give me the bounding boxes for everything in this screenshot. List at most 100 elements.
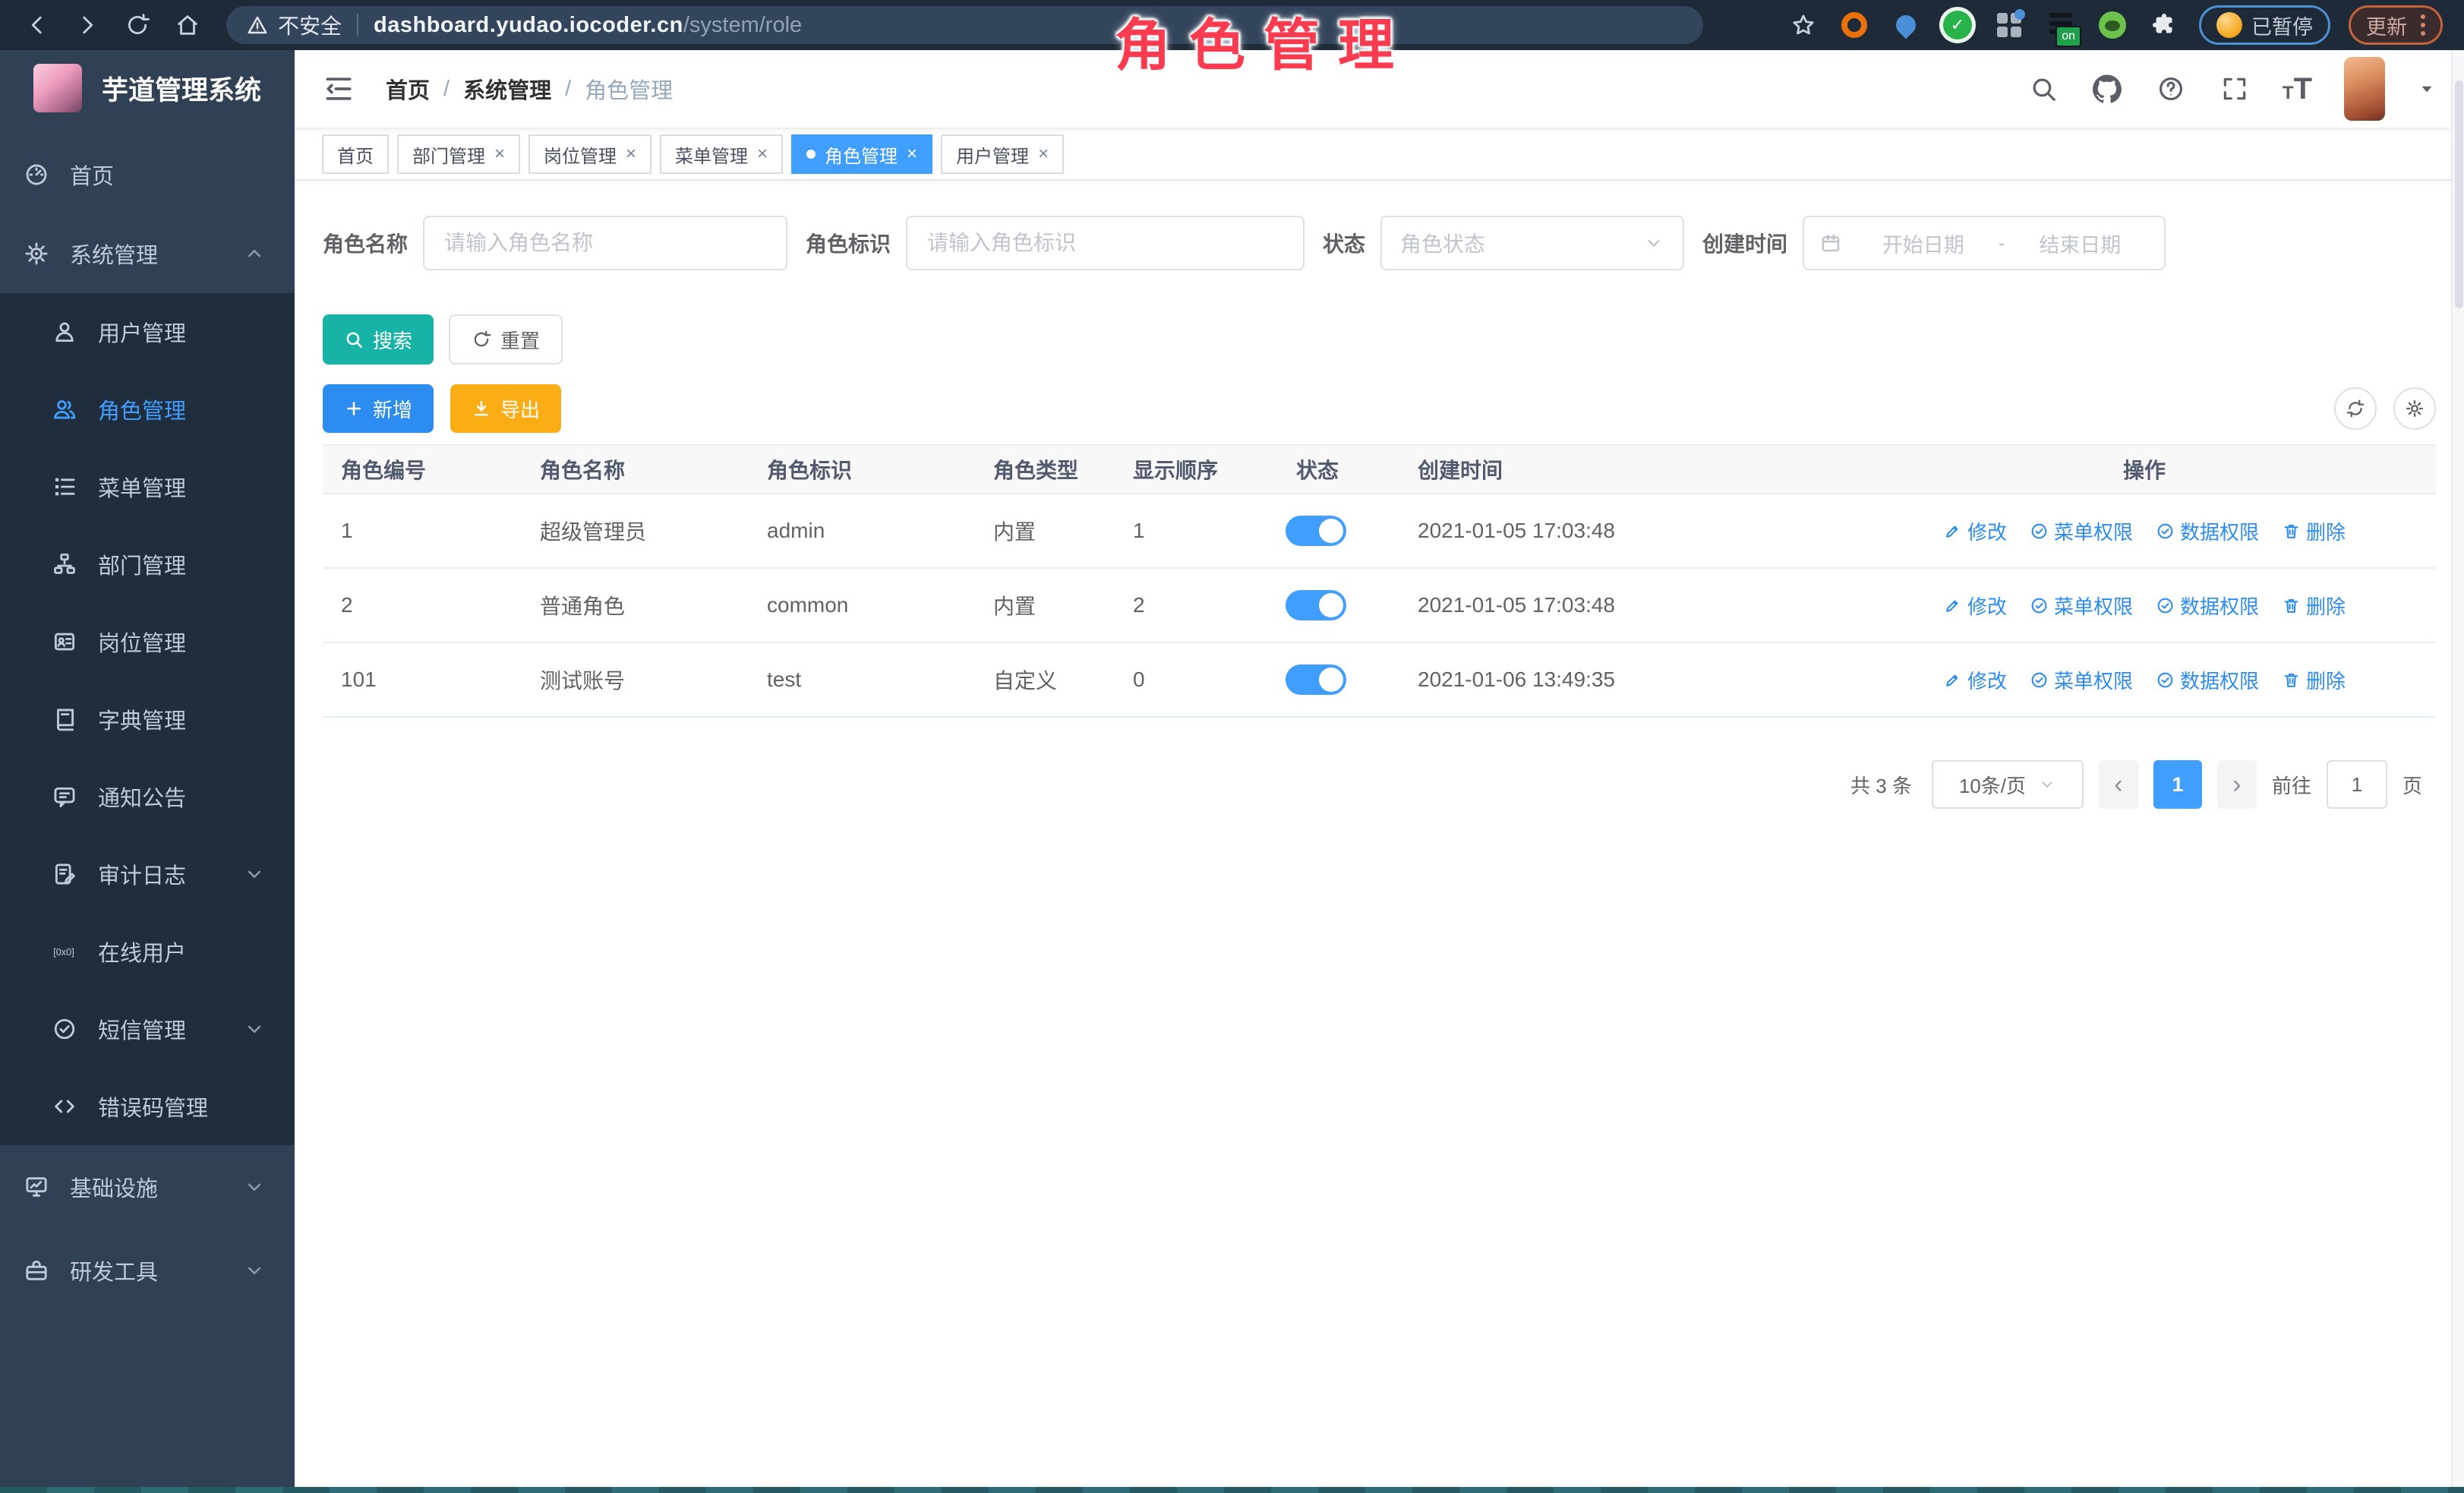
sidebar-item-menu[interactable]: 菜单管理 — [0, 448, 295, 526]
announce-icon — [51, 783, 78, 810]
breadcrumb-item: 角色管理 — [585, 73, 673, 105]
tab-close-icon[interactable]: × — [907, 144, 917, 165]
browser-back-icon[interactable] — [20, 8, 55, 43]
sidebar-item-label: 基础设施 — [70, 1171, 158, 1203]
tab-role[interactable]: 角色管理× — [791, 134, 932, 174]
sidebar-item-label: 错误码管理 — [98, 1091, 208, 1122]
sidebar-item-audit-log[interactable]: 审计日志 — [0, 835, 295, 913]
sidebar-item-label: 在线用户 — [98, 936, 186, 967]
update-button[interactable]: 更新 — [2349, 5, 2443, 45]
tab-close-icon[interactable]: × — [494, 144, 505, 165]
tab-user[interactable]: 用户管理× — [941, 134, 1064, 174]
breadcrumb-item[interactable]: 首页 — [386, 73, 430, 105]
action-menu-perm-link[interactable]: 菜单权限 — [2030, 666, 2133, 694]
logo-row[interactable]: 芋道管理系统 — [0, 50, 295, 126]
search-icon[interactable] — [2027, 73, 2059, 105]
sidebar-item-notice[interactable]: 通知公告 — [0, 758, 295, 835]
tab-home[interactable]: 首页 — [322, 134, 389, 174]
role-name-label: 角色名称 — [323, 228, 408, 258]
bookmark-star-icon[interactable] — [1786, 8, 1821, 43]
url-domain: dashboard.yudao.iocoder.cn — [374, 13, 683, 38]
tab-menu[interactable]: 菜单管理× — [660, 134, 783, 174]
extension-green-check-icon[interactable]: ✓ — [1942, 9, 1973, 41]
refresh-table-button[interactable] — [2334, 387, 2377, 430]
breadcrumb-item[interactable]: 系统管理 — [463, 73, 551, 105]
edit-icon — [1943, 671, 1962, 690]
sidebar-item-dept[interactable]: 部门管理 — [0, 526, 295, 603]
action-edit-link[interactable]: 修改 — [1943, 592, 2007, 620]
calendar-icon — [1819, 232, 1842, 254]
help-question-icon[interactable] — [2155, 73, 2187, 105]
sidebar-item-post[interactable]: 岗位管理 — [0, 603, 295, 680]
extensions-puzzle-icon[interactable] — [2148, 9, 2180, 41]
export-button[interactable]: 导出 — [450, 384, 561, 433]
action-data-perm-link[interactable]: 数据权限 — [2156, 666, 2259, 694]
date-range-picker[interactable]: 开始日期 - 结束日期 — [1803, 216, 2166, 270]
sidebar-item-error-code[interactable]: 错误码管理 — [0, 1068, 295, 1145]
sidebar-item-online-user[interactable]: [0x0]在线用户 — [0, 913, 295, 990]
tab-dept[interactable]: 部门管理× — [397, 134, 520, 174]
action-menu-perm-link[interactable]: 菜单权限 — [2030, 592, 2133, 620]
kebab-menu-icon[interactable] — [2421, 14, 2425, 36]
tab-close-icon[interactable]: × — [1038, 144, 1049, 165]
table-header-cell: 创建时间 — [1399, 454, 1853, 485]
page-size-select[interactable]: 10条/页 — [1932, 760, 2084, 809]
extension-grid-icon[interactable] — [1993, 9, 2025, 41]
sidebar-item-dev-tools[interactable]: 研发工具 — [0, 1229, 295, 1312]
action-delete-link[interactable]: 删除 — [2282, 592, 2346, 620]
status-select[interactable]: 角色状态 — [1380, 216, 1684, 270]
avatar-caret-down-icon[interactable] — [2417, 79, 2437, 99]
action-data-perm-link[interactable]: 数据权限 — [2156, 517, 2259, 545]
add-button[interactable]: 新增 — [323, 384, 434, 433]
paused-pill[interactable]: 已暂停 — [2199, 5, 2330, 45]
sidebar-item-user[interactable]: 用户管理 — [0, 293, 295, 371]
create-time-label: 创建时间 — [1702, 228, 1787, 258]
action-edit-link[interactable]: 修改 — [1943, 517, 2007, 545]
prev-page-button[interactable]: ‹ — [2099, 760, 2138, 809]
table-cell: 普通角色 — [522, 590, 749, 620]
extension-tampermonkey-icon[interactable]: on — [2045, 9, 2077, 41]
extension-drop-icon[interactable] — [1890, 9, 1922, 41]
reset-button[interactable]: 重置 — [449, 314, 563, 365]
sidebar-item-system[interactable]: 系统管理 — [0, 214, 295, 293]
action-delete-link[interactable]: 删除 — [2282, 666, 2346, 694]
sidebar-item-role[interactable]: 角色管理 — [0, 371, 295, 448]
sidebar-item-infra[interactable]: 基础设施 — [0, 1145, 295, 1229]
address-bar[interactable]: 不安全 dashboard.yudao.iocoder.cn /system/r… — [226, 6, 1703, 44]
tab-close-icon[interactable]: × — [757, 144, 768, 165]
github-icon[interactable] — [2091, 73, 2123, 105]
sidebar-item-home[interactable]: 首页 — [0, 135, 295, 214]
page-number-1[interactable]: 1 — [2153, 760, 2202, 809]
status-toggle[interactable] — [1286, 516, 1346, 546]
column-settings-button[interactable] — [2393, 387, 2436, 430]
search-button[interactable]: 搜索 — [323, 314, 434, 365]
goto-label: 前往 — [2272, 771, 2311, 799]
sidebar-item-dict[interactable]: 字典管理 — [0, 680, 295, 758]
browser-reload-icon[interactable] — [120, 8, 155, 43]
action-menu-perm-link[interactable]: 菜单权限 — [2030, 517, 2133, 545]
scrollbar-thumb[interactable] — [2455, 80, 2463, 308]
action-data-perm-link[interactable]: 数据权限 — [2156, 592, 2259, 620]
role-key-input[interactable] — [906, 216, 1305, 270]
next-page-button[interactable]: › — [2217, 760, 2257, 809]
extension-monkey-icon[interactable] — [2096, 9, 2128, 41]
browser-forward-icon[interactable] — [70, 8, 105, 43]
goto-page-input[interactable] — [2327, 760, 2387, 809]
data-perm-icon — [2156, 596, 2175, 615]
action-edit-link[interactable]: 修改 — [1943, 666, 2007, 694]
table-cell: 超级管理员 — [522, 516, 749, 546]
tab-close-icon[interactable]: × — [626, 144, 636, 165]
tab-post[interactable]: 岗位管理× — [528, 134, 651, 174]
sidebar-item-sms[interactable]: 短信管理 — [0, 990, 295, 1068]
fullscreen-icon[interactable] — [2219, 73, 2251, 105]
page-scrollbar[interactable] — [2451, 50, 2464, 1493]
status-toggle[interactable] — [1286, 664, 1346, 695]
role-name-input[interactable] — [423, 216, 787, 270]
sidebar-collapse-icon[interactable] — [322, 72, 355, 106]
extension-orange-icon[interactable] — [1838, 9, 1870, 41]
user-avatar[interactable] — [2344, 57, 2385, 121]
status-toggle[interactable] — [1286, 590, 1346, 620]
font-size-icon[interactable]: TT — [2283, 74, 2312, 104]
browser-home-icon[interactable] — [170, 8, 205, 43]
action-delete-link[interactable]: 删除 — [2282, 517, 2346, 545]
